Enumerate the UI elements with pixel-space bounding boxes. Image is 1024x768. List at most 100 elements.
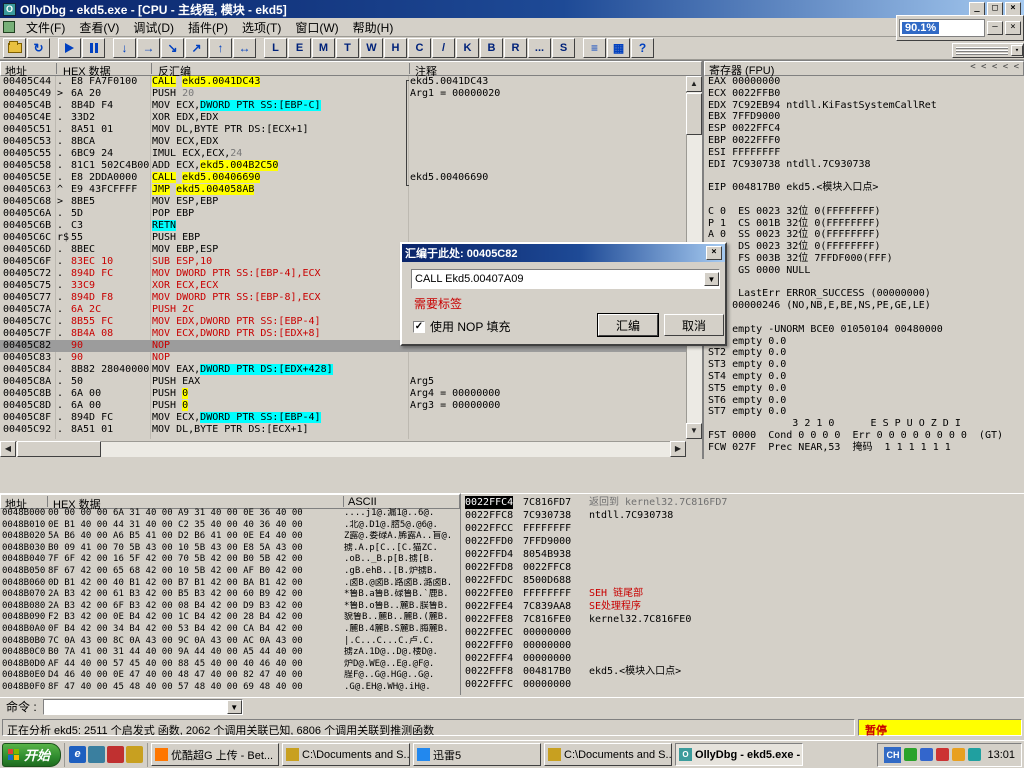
registers-header[interactable]: 寄存器 (FPU) < < < < <	[704, 61, 1024, 76]
disasm-row-00405C68[interactable]: 00405C68>8BE5MOV ESP,EBP	[0, 196, 686, 208]
disasm-column-headers[interactable]: 地址 HEX 数据 反汇编 注释	[0, 61, 702, 76]
toolbar-view-threads[interactable]: T	[336, 38, 359, 58]
toolbar-view-executables[interactable]: E	[288, 38, 311, 58]
disasm-row-00405C6B[interactable]: 00405C6B.C3RETN	[0, 220, 686, 232]
tray-icon-0[interactable]	[904, 748, 917, 761]
disasm-row-00405C49[interactable]: 00405C49>6A 20PUSH 20Arg1 = 00000020	[0, 88, 686, 100]
disasm-row-00405C63[interactable]: 00405C63^E9 43FCFFFFJMP ekd5.004058AB	[0, 184, 686, 196]
floating-widget-grip[interactable]: ▾	[952, 43, 1024, 58]
stack-row-0022FFD8[interactable]: 0022FFD80022FFC8	[461, 561, 1024, 574]
scroll-thumb[interactable]	[17, 441, 101, 457]
register-line[interactable]	[704, 194, 1024, 206]
menu-item-2[interactable]: 调试(D)	[126, 19, 181, 37]
dump-row-0048B040[interactable]: 0048B0407F 6F 42 00 16 5F 42 00 70 5B 42…	[0, 554, 460, 566]
dump-row-0048B0A0[interactable]: 0048B0A00F B4 42 00 34 B4 42 00 53 B4 42…	[0, 624, 460, 636]
toolbar-view-memory[interactable]: M	[312, 38, 335, 58]
register-line[interactable]: D 0	[704, 277, 1024, 289]
toolbar-open-file[interactable]	[3, 38, 26, 58]
toolbar-animate-into[interactable]: ↘	[161, 38, 184, 58]
dump-row-0048B090[interactable]: 0048B090F2 B3 42 00 0E B4 42 00 1C B4 42…	[0, 612, 460, 624]
start-button[interactable]: 开始	[2, 743, 61, 767]
dump-row-0048B0C0[interactable]: 0048B0C0B0 7A 41 00 31 44 40 00 9A 44 40…	[0, 647, 460, 659]
fill-nop-checkbox[interactable]: ✓ 使用 NOP 填充	[413, 318, 510, 335]
stack-row-0022FFDC[interactable]: 0022FFDC8500D688	[461, 574, 1024, 587]
tray-icon-1[interactable]	[920, 748, 933, 761]
assemble-button[interactable]: 汇编	[598, 314, 658, 336]
task-button-ollydbg[interactable]: OOllyDbg - ekd5.exe - ...	[675, 743, 803, 766]
dump-row-0048B060[interactable]: 0048B0600D B1 42 00 40 B1 42 00 B7 B1 42…	[0, 578, 460, 590]
floating-widget[interactable]: 90.1% – ×	[896, 15, 1024, 41]
toolbar-step-over[interactable]: →	[137, 38, 160, 58]
quicklaunch-ie-icon[interactable]: e	[69, 746, 86, 763]
stack-row-0022FFF0[interactable]: 0022FFF000000000	[461, 639, 1024, 652]
disasm-row-00405C44[interactable]: 00405C44.E8 FA7F0100CALL ekd5.0041DC43ek…	[0, 76, 686, 88]
widget-collapse-icon[interactable]: ▾	[1011, 45, 1023, 56]
mdi-child-icon[interactable]	[3, 21, 15, 33]
stack-row-0022FFCC[interactable]: 0022FFCCFFFFFFFF	[461, 522, 1024, 535]
scroll-thumb[interactable]	[686, 93, 702, 135]
task-button-explorer-2[interactable]: C:\Documents and S...	[544, 743, 672, 766]
register-line[interactable]: S 0 FS 003B 32位 7FFDF000(FFF)	[704, 253, 1024, 265]
stack-row-0022FFF8[interactable]: 0022FFF8004817B0ekd5.<模块入口点>	[461, 665, 1024, 678]
quicklaunch-show-desktop-icon[interactable]	[88, 746, 105, 763]
dump-row-0048B0E0[interactable]: 0048B0E0D4 46 40 00 0E 47 40 00 48 47 40…	[0, 670, 460, 682]
toolbar-view-source[interactable]: S	[552, 38, 575, 58]
register-line[interactable]: EFL 00000246 (NO,NB,E,BE,NS,PE,GE,LE)	[704, 300, 1024, 312]
toolbar-view-handles[interactable]: H	[384, 38, 407, 58]
widget-close-button[interactable]: ×	[1005, 21, 1021, 35]
close-button[interactable]: ×	[1005, 2, 1021, 16]
toolbar-view-windows[interactable]: W	[360, 38, 383, 58]
dump-row-0048B000[interactable]: 0048B00000 00 00 00 6A 31 40 00 A9 31 40…	[0, 508, 460, 520]
disasm-row-00405C8D[interactable]: 00405C8D.6A 00PUSH 0Arg3 = 00000000	[0, 400, 686, 412]
dump-row-0048B0D0[interactable]: 0048B0D0AF 44 40 00 57 45 40 00 88 45 40…	[0, 659, 460, 671]
checkbox-icon[interactable]: ✓	[413, 321, 425, 333]
task-button-thunder[interactable]: 迅雷5	[413, 743, 541, 766]
close-icon[interactable]: ×	[706, 246, 722, 260]
task-button-youku-upload[interactable]: 优酷超G 上传 - Bet...	[151, 743, 279, 766]
toolbar-view-run-trace[interactable]: ...	[528, 38, 551, 58]
register-line[interactable]: EIP 004817B0 ekd5.<模块入口点>	[704, 182, 1024, 194]
register-line[interactable]: 3 2 1 0 E S P U O Z D I	[704, 418, 1024, 430]
scroll-left-icon[interactable]: ◀	[0, 441, 16, 457]
register-line[interactable]: FST 0000 Cond 0 0 0 0 Err 0 0 0 0 0 0 0 …	[704, 430, 1024, 442]
tray-icon-3[interactable]	[952, 748, 965, 761]
register-line[interactable]: ST6 empty 0.0	[704, 395, 1024, 407]
register-line[interactable]	[704, 312, 1024, 324]
register-line[interactable]: ST7 empty 0.0	[704, 406, 1024, 418]
register-line[interactable]: A 0 SS 0023 32位 0(FFFFFFFF)	[704, 229, 1024, 241]
register-line[interactable]: ST5 empty 0.0	[704, 383, 1024, 395]
language-indicator[interactable]: CH	[884, 747, 901, 763]
stack-row-0022FFEC[interactable]: 0022FFEC00000000	[461, 626, 1024, 639]
stack-row-0022FFC8[interactable]: 0022FFC87C930738ntdll.7C930738	[461, 509, 1024, 522]
register-line[interactable]: P 1 CS 001B 32位 0(FFFFFFFF)	[704, 218, 1024, 230]
scroll-right-icon[interactable]: ▶	[670, 441, 686, 457]
register-line[interactable]: ESP 0022FFC4	[704, 123, 1024, 135]
stack-row-0022FFE4[interactable]: 0022FFE47C839AA8SE处理程序	[461, 600, 1024, 613]
chevron-down-icon[interactable]: ▼	[704, 272, 719, 286]
toolbar-view-references[interactable]: R	[504, 38, 527, 58]
tray-icon-4[interactable]	[968, 748, 981, 761]
register-line[interactable]: EAX 00000000	[704, 76, 1024, 88]
cancel-button[interactable]: 取消	[664, 314, 724, 336]
disasm-row-00405C83[interactable]: 00405C83.90NOP	[0, 352, 686, 364]
dump-row-0048B030[interactable]: 0048B030B0 09 41 00 70 5B 43 00 10 5B 43…	[0, 543, 460, 555]
dump-column-headers[interactable]: 地址 HEX 数据 ASCII	[0, 494, 460, 509]
toolbar-options[interactable]: ≡	[583, 38, 606, 58]
stack-row-0022FFF4[interactable]: 0022FFF400000000	[461, 652, 1024, 665]
toolbar-restart[interactable]: ↻	[27, 38, 50, 58]
register-line[interactable]: ST4 empty 0.0	[704, 371, 1024, 383]
disasm-row-00405C8B[interactable]: 00405C8B.6A 00PUSH 0Arg4 = 00000000	[0, 388, 686, 400]
command-input[interactable]: ▼	[43, 699, 243, 715]
disasm-row-00405C5E[interactable]: 00405C5E.E8 2DDA0000CALL ekd5.00406690ek…	[0, 172, 686, 184]
menu-item-3[interactable]: 插件(P)	[181, 19, 235, 37]
stack-row-0022FFD4[interactable]: 0022FFD48054B938	[461, 548, 1024, 561]
stack-row-0022FFE0[interactable]: 0022FFE0FFFFFFFFSEH 链尾部	[461, 587, 1024, 600]
disasm-row-00405C51[interactable]: 00405C51.8A51 01MOV DL,BYTE PTR DS:[ECX+…	[0, 124, 686, 136]
register-line[interactable]: ST3 empty 0.0	[704, 359, 1024, 371]
toolbar-goto[interactable]: ↔	[233, 38, 256, 58]
register-line[interactable]: ST2 empty 0.0	[704, 347, 1024, 359]
stack-row-0022FFC4[interactable]: 0022FFC47C816FD7返回到 kernel32.7C816FD7	[461, 496, 1024, 509]
disasm-horizontal-scrollbar[interactable]: ◀ ▶	[0, 441, 686, 457]
dialog-titlebar[interactable]: 汇编于此处: 00405C82 ×	[402, 244, 725, 262]
toolbar-until-return[interactable]: ↑	[209, 38, 232, 58]
